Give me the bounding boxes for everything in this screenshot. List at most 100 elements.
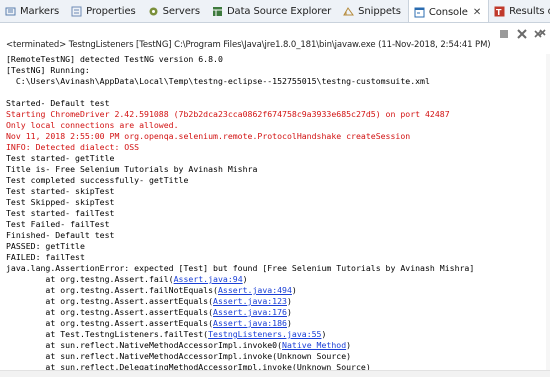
- terminate-icon[interactable]: [498, 25, 510, 38]
- tab-label: Snippets: [358, 6, 401, 17]
- remove-launch-icon[interactable]: [516, 25, 528, 39]
- console-text: Title is- Free Selenium Tutorials by Avi…: [6, 164, 258, 174]
- console-line: java.lang.AssertionError: expected [Test…: [6, 263, 546, 274]
- console-line: Test completed successfully- getTitle: [6, 175, 546, 186]
- tab-properties[interactable]: Properties: [66, 0, 143, 22]
- console-line: Test started- getTitle: [6, 153, 546, 164]
- console-line: PASSED: getTitle: [6, 241, 546, 252]
- tab-label: Data Source Explorer: [226, 6, 332, 17]
- console-text: FAILED: failTest: [6, 252, 85, 262]
- properties-icon: [71, 6, 86, 17]
- console-text: at sun.reflect.NativeMethodAccessorImpl.…: [6, 351, 352, 361]
- remove-all-terminated-icon[interactable]: [534, 25, 546, 38]
- console-text: PASSED: getTitle: [6, 241, 85, 251]
- console-line: Only local connections are allowed.: [6, 120, 546, 131]
- console-text: Test started- getTitle: [6, 153, 115, 163]
- console-line: Finished- Default test: [6, 230, 546, 241]
- console-line: C:\Users\Avinash\AppData\Local\Temp\test…: [6, 76, 546, 87]
- stack-trace-link[interactable]: Assert.java:186: [213, 318, 287, 328]
- console-text: [RemoteTestNG] detected TestNG version 6…: [6, 54, 223, 64]
- tab-console[interactable]: Console ✕: [407, 0, 490, 22]
- tab-servers[interactable]: Servers: [143, 0, 207, 22]
- tab-label: Servers: [162, 6, 200, 17]
- console-line: Test Failed- failTest: [6, 219, 546, 230]
- console-line: at sun.reflect.NativeMethodAccessorImpl.…: [6, 351, 546, 362]
- data-source-icon: [212, 6, 227, 17]
- console-text: Test started- skipTest: [6, 186, 115, 196]
- console-line: FAILED: failTest: [6, 252, 546, 263]
- console-text: [TestNG] Running:: [6, 65, 90, 75]
- console-line: Test started- skipTest: [6, 186, 546, 197]
- console-error-text: Nov 11, 2018 2:55:00 PM org.openqa.selen…: [6, 131, 411, 141]
- console-error-text: INFO: Detected dialect: OSS: [6, 142, 140, 152]
- console-line: at org.testng.Assert.failNotEquals(Asser…: [6, 285, 546, 296]
- stack-trace-link[interactable]: Assert.java:123: [213, 296, 287, 306]
- console-error-text: Starting ChromeDriver 2.42.591088 (7b2b2…: [6, 109, 450, 119]
- console-line: at org.testng.Assert.assertEquals(Assert…: [6, 296, 546, 307]
- console-output[interactable]: [RemoteTestNG] detected TestNG version 6…: [6, 54, 546, 370]
- launch-status-text: <terminated> TestngListeners [TestNG] C:…: [6, 40, 491, 50]
- console-text: at sun.reflect.NativeMethodAccessorImpl.…: [6, 340, 283, 350]
- console-text: ): [346, 340, 352, 350]
- close-tab-icon[interactable]: ✕: [473, 7, 481, 18]
- console-text: at Test.TestngListeners.failTest(: [6, 329, 209, 339]
- console-line: at sun.reflect.NativeMethodAccessorImpl.…: [6, 340, 546, 351]
- console-line: at org.testng.Assert.assertEquals(Assert…: [6, 318, 546, 329]
- console-line: at org.testng.Assert.assertEquals(Assert…: [6, 307, 546, 318]
- console-text: Test completed successfully- getTitle: [6, 175, 189, 185]
- console-text: ): [286, 318, 292, 328]
- stack-trace-link[interactable]: Assert.java:94: [174, 274, 243, 284]
- console-text: at org.testng.Assert.failNotEquals(: [6, 285, 218, 295]
- stack-trace-link[interactable]: TestngListeners.java:55: [208, 329, 321, 339]
- console-text: ): [286, 296, 292, 306]
- console-text: ): [291, 285, 297, 295]
- tab-label: Markers: [20, 6, 60, 17]
- console-text: Started- Default test: [6, 98, 110, 108]
- console-line: at org.testng.Assert.fail(Assert.java:94…: [6, 274, 546, 285]
- console-text: Finished- Default test: [6, 230, 115, 240]
- console-line: at sun.reflect.DelegatingMethodAccessorI…: [6, 362, 546, 370]
- horizontal-scrollbar[interactable]: [0, 370, 550, 377]
- console-line: [TestNG] Running:: [6, 65, 546, 76]
- servers-icon: [148, 6, 163, 17]
- console-line: Title is- Free Selenium Tutorials by Avi…: [6, 164, 546, 175]
- stack-trace-link[interactable]: Assert.java:494: [218, 285, 292, 295]
- testng-icon: T: [494, 6, 509, 17]
- tab-snippets[interactable]: Snippets: [338, 0, 408, 22]
- view-tab-bar: Markers Properties Servers Data Source Expl…: [0, 0, 550, 23]
- console-text: Test Skipped- skipTest: [6, 197, 115, 207]
- console-line: INFO: Detected dialect: OSS: [6, 142, 546, 153]
- tab-label: Properties: [86, 6, 136, 17]
- console-line: Starting ChromeDriver 2.42.591088 (7b2b2…: [6, 109, 546, 120]
- console-line: Nov 11, 2018 2:55:00 PM org.openqa.selen…: [6, 131, 546, 142]
- console-line: at Test.TestngListeners.failTest(TestngL…: [6, 329, 546, 340]
- svg-text:T: T: [496, 8, 502, 17]
- console-text: at sun.reflect.DelegatingMethodAccessorI…: [6, 362, 371, 370]
- console-icon: [414, 7, 429, 18]
- console-text: at org.testng.Assert.fail(: [6, 274, 174, 284]
- stack-trace-link[interactable]: Assert.java:176: [213, 307, 287, 317]
- console-toolbar: [0, 23, 550, 39]
- console-line: [RemoteTestNG] detected TestNG version 6…: [6, 54, 546, 65]
- tab-results-of-running-class-testnglisteners[interactable]: T Results of running class TestngListener…: [489, 0, 550, 22]
- console-text: java.lang.AssertionError: expected [Test…: [6, 263, 475, 273]
- console-text: C:\Users\Avinash\AppData\Local\Temp\test…: [6, 76, 430, 86]
- console-text: ): [321, 329, 327, 339]
- console-line: Started- Default test: [6, 98, 546, 109]
- console-text: at org.testng.Assert.assertEquals(: [6, 318, 214, 328]
- console-text: Test Failed- failTest: [6, 219, 110, 229]
- console-text: Test started- failTest: [6, 208, 115, 218]
- console-text: at org.testng.Assert.assertEquals(: [6, 296, 214, 306]
- stack-trace-link[interactable]: Native Method: [282, 340, 346, 350]
- vertical-scrollbar[interactable]: [546, 54, 550, 370]
- console-line: Test Skipped- skipTest: [6, 197, 546, 208]
- tab-label: Results of running class TestngListeners: [509, 6, 550, 17]
- tab-data-source-explorer[interactable]: Data Source Explorer: [207, 0, 338, 22]
- console-text: ): [242, 274, 248, 284]
- console-text: ): [286, 307, 292, 317]
- tab-markers[interactable]: Markers: [0, 0, 66, 22]
- console-error-text: Only local connections are allowed.: [6, 120, 179, 130]
- console-line: Test started- failTest: [6, 208, 546, 219]
- snippets-icon: [343, 6, 358, 17]
